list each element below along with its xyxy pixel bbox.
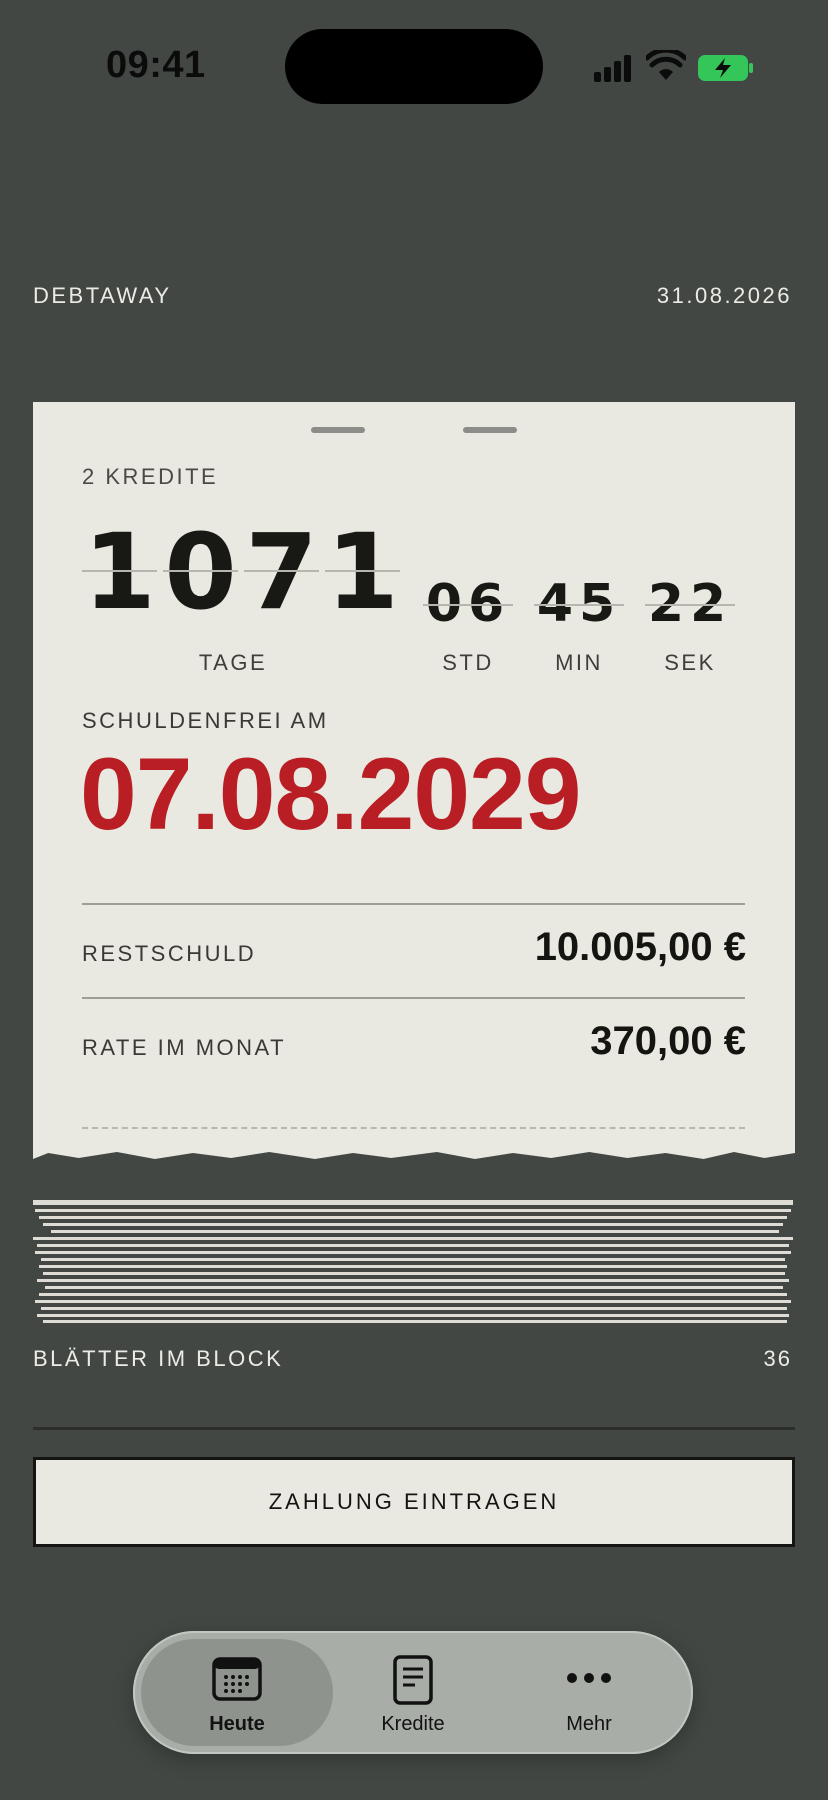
- tab-bar: Heute Kredite Mehr: [133, 1631, 693, 1754]
- app-name: DEBTAWAY: [33, 283, 172, 308]
- tab-mehr-label: Mehr: [566, 1713, 612, 1735]
- more-icon: [567, 1673, 611, 1683]
- days-digit: 0: [163, 511, 238, 633]
- days-counter: 1 0 7 1: [82, 511, 400, 633]
- hours-unit-label: STD: [442, 650, 494, 675]
- record-payment-button[interactable]: ZAHLUNG EINTRAGEN: [33, 1457, 795, 1547]
- calendar-icon: [212, 1657, 262, 1701]
- days-digit: 7: [244, 511, 319, 633]
- dynamic-island: [285, 29, 543, 104]
- binder-tab: [463, 427, 517, 433]
- binder-tab: [311, 427, 365, 433]
- tab-mehr[interactable]: Mehr: [501, 1631, 677, 1754]
- document-icon: [393, 1655, 433, 1705]
- remaining-debt-label: RESTSCHULD: [82, 941, 257, 966]
- wifi-icon: [646, 50, 686, 80]
- record-payment-label: ZAHLUNG EINTRAGEN: [268, 1489, 560, 1514]
- countdown-card: 2 KREDITE 1 0 7 1 06 45 22 TAGE STD MIN …: [33, 402, 795, 1159]
- days-digit: 1: [82, 511, 157, 633]
- tab-heute[interactable]: Heute: [149, 1631, 325, 1754]
- cellular-signal-icon: [594, 54, 636, 82]
- seconds-counter: 22: [645, 574, 735, 634]
- divider: [82, 997, 745, 999]
- battery-charging-icon: [698, 55, 753, 81]
- debt-free-date: 07.08.2029: [80, 737, 581, 851]
- monthly-rate-label: RATE IM MONAT: [82, 1035, 287, 1060]
- remaining-debt-value: 10.005,00 €: [534, 925, 746, 969]
- monthly-rate-value: 370,00 €: [590, 1019, 746, 1063]
- sheets-in-block-label: BLÄTTER IM BLOCK: [33, 1346, 284, 1371]
- section-divider: [33, 1427, 795, 1430]
- debt-free-label: SCHULDENFREI AM: [82, 708, 329, 733]
- status-time: 09:41: [106, 44, 206, 86]
- days-digit: 1: [325, 511, 400, 633]
- tab-heute-label: Heute: [209, 1713, 265, 1735]
- hours-counter: 06: [423, 574, 513, 634]
- days-unit-label: TAGE: [198, 650, 268, 675]
- minutes-counter: 45: [534, 574, 624, 634]
- seconds-unit-label: SEK: [664, 650, 716, 675]
- sheet-stack: [33, 1200, 795, 1324]
- tab-kredite[interactable]: Kredite: [325, 1631, 501, 1754]
- kredite-count: 2 KREDITE: [82, 464, 219, 489]
- divider: [82, 903, 745, 905]
- minutes-unit-label: MIN: [555, 650, 603, 675]
- tab-kredite-label: Kredite: [381, 1713, 445, 1735]
- perforation-line: [82, 1127, 745, 1129]
- header-date: 31.08.2026: [656, 283, 792, 308]
- sheets-in-block-count: 36: [763, 1346, 792, 1371]
